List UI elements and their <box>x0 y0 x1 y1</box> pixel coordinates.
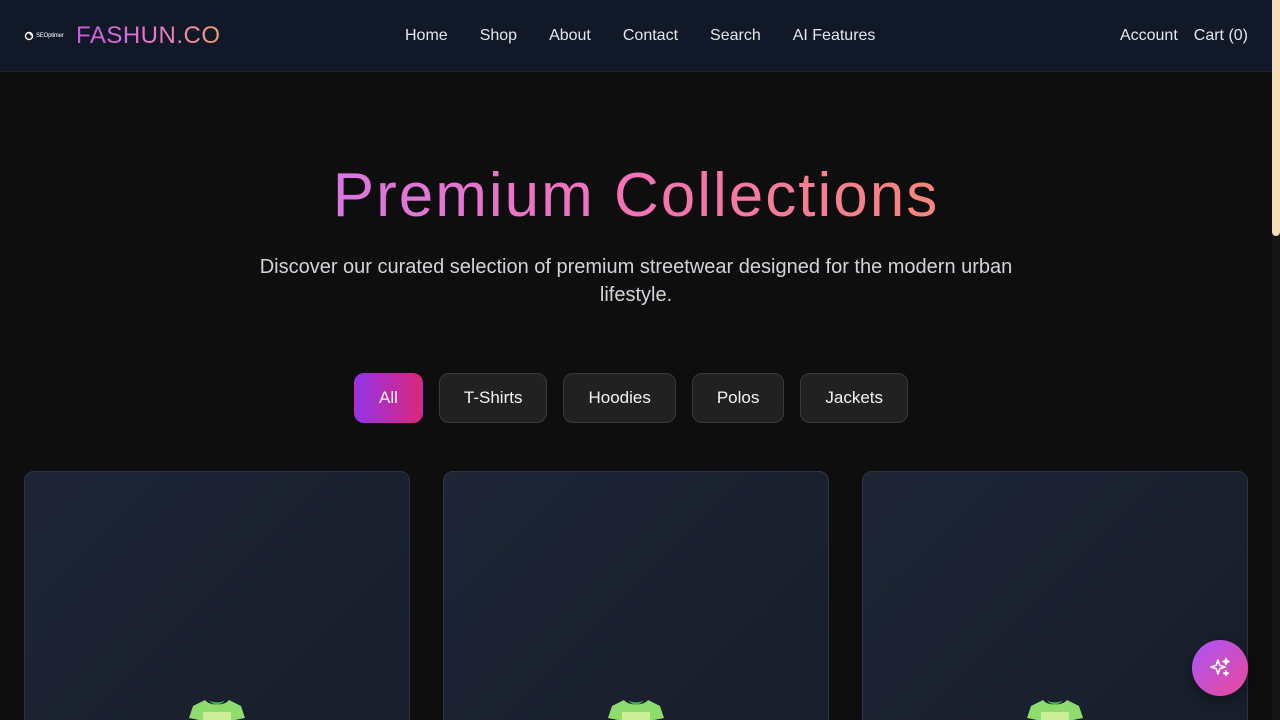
ai-assistant-button[interactable] <box>1192 640 1248 696</box>
nav-about[interactable]: About <box>549 27 591 45</box>
page: SEOptimer FASHUN.CO Home Shop About Cont… <box>0 0 1280 720</box>
nav-search[interactable]: Search <box>710 27 761 45</box>
page-title: Premium Collections <box>0 160 1272 231</box>
nav-shop[interactable]: Shop <box>480 27 517 45</box>
seoptimer-logo[interactable]: SEOptimer <box>24 30 64 42</box>
filter-tshirts-button[interactable]: T-Shirts <box>438 373 548 423</box>
page-title-text: Premium Collections <box>332 161 940 230</box>
brand[interactable]: SEOptimer FASHUN.CO <box>24 0 221 72</box>
product-card[interactable] <box>862 471 1248 720</box>
filter-all-button[interactable]: All <box>354 373 423 423</box>
filter-polos-button[interactable]: Polos <box>691 373 785 423</box>
tshirt-icon <box>1027 700 1083 720</box>
sparkles-icon <box>1210 657 1230 677</box>
nav-ai-features[interactable]: AI Features <box>793 27 876 45</box>
user-nav: Account Cart (0) <box>1120 0 1248 72</box>
account-link[interactable]: Account <box>1120 27 1178 45</box>
tshirt-icon <box>189 700 245 720</box>
product-card[interactable] <box>443 471 829 720</box>
site-header: SEOptimer FASHUN.CO Home Shop About Cont… <box>0 0 1272 72</box>
brand-name[interactable]: FASHUN.CO <box>76 22 221 50</box>
filter-hoodies-button[interactable]: Hoodies <box>563 373 676 423</box>
category-filters: All T-Shirts Hoodies Polos Jackets <box>354 373 909 423</box>
scrollbar[interactable] <box>1272 0 1280 720</box>
product-card[interactable] <box>24 471 410 720</box>
main-nav: Home Shop About Contact Search AI Featur… <box>405 0 875 72</box>
logo-text: SEOptimer <box>36 33 64 39</box>
cart-link[interactable]: Cart (0) <box>1194 27 1248 45</box>
seoptimer-logo-icon <box>24 31 34 41</box>
nav-contact[interactable]: Contact <box>623 27 678 45</box>
filter-jackets-button[interactable]: Jackets <box>800 373 909 423</box>
tshirt-icon <box>608 700 664 720</box>
scrollbar-thumb[interactable] <box>1272 0 1280 236</box>
page-subtitle: Discover our curated selection of premiu… <box>259 256 1013 306</box>
nav-home[interactable]: Home <box>405 27 448 45</box>
